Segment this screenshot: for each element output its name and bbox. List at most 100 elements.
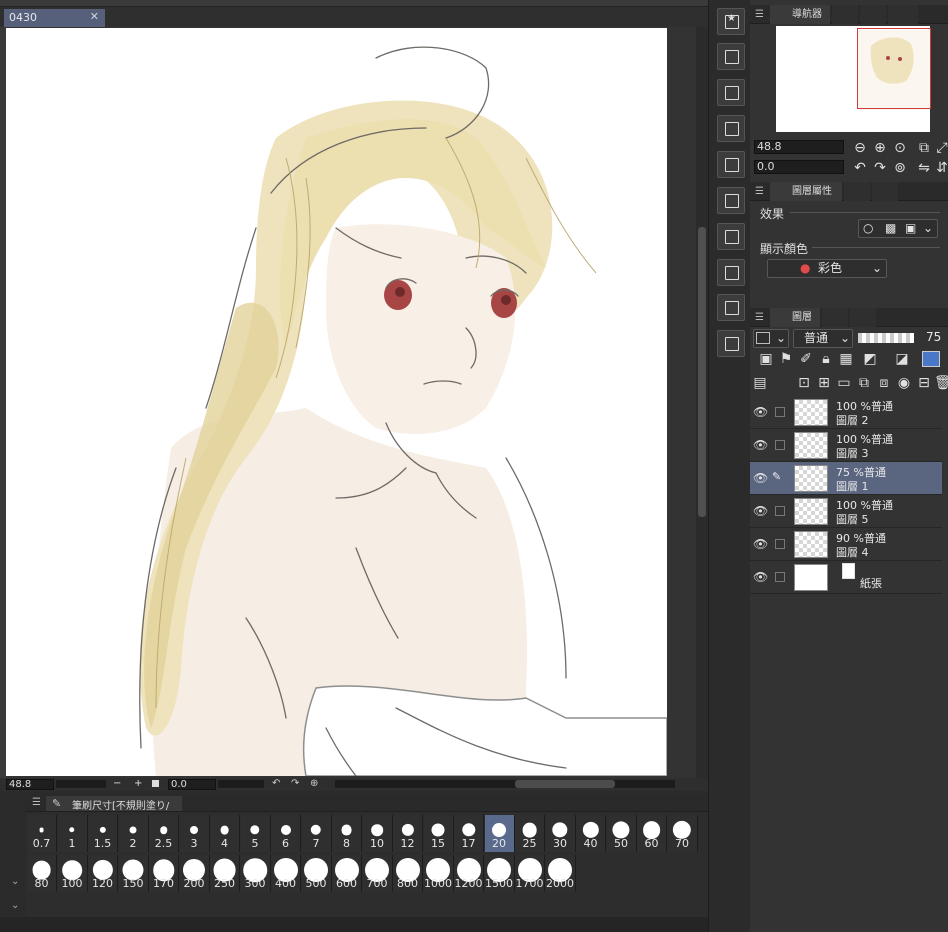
- brush-size-option[interactable]: 800: [393, 855, 423, 892]
- hamburger-icon[interactable]: ☰: [755, 9, 764, 20]
- brush-size-option[interactable]: 200: [179, 855, 210, 892]
- drawing-canvas[interactable]: [6, 28, 667, 776]
- brush-size-option[interactable]: 20: [484, 815, 515, 852]
- scroll-thumb[interactable]: [698, 227, 706, 517]
- brush-size-option[interactable]: 600: [332, 855, 362, 892]
- new-vector-layer-icon[interactable]: ⊞: [816, 375, 832, 391]
- expand-icon[interactable]: ⌄: [11, 900, 19, 911]
- rotate-left-icon[interactable]: ↶: [852, 160, 868, 176]
- navigator-zoom-field[interactable]: 48.8: [754, 140, 844, 154]
- material-button[interactable]: [717, 79, 745, 106]
- stop-icon[interactable]: ⊙: [892, 140, 908, 156]
- mask-icon[interactable]: ◩: [862, 351, 878, 367]
- brush-size-option[interactable]: 8: [332, 815, 362, 852]
- brush-size-option[interactable]: 5: [240, 815, 271, 852]
- brush-size-option[interactable]: 400: [271, 855, 301, 892]
- brush-size-option[interactable]: 50: [606, 815, 637, 852]
- brush-size-option[interactable]: 60: [637, 815, 667, 852]
- ruler-icon[interactable]: ◪: [894, 351, 910, 367]
- hscroll-thumb[interactable]: [515, 780, 615, 788]
- layer-checkbox[interactable]: [775, 506, 785, 516]
- brush-size-option[interactable]: 12: [393, 815, 423, 852]
- opacity-slider[interactable]: [858, 333, 914, 343]
- brush-size-option[interactable]: 2.5: [149, 815, 179, 852]
- brush-size-option[interactable]: 30: [545, 815, 576, 852]
- transfer-down-icon[interactable]: ⧉: [856, 375, 872, 391]
- brush-size-option[interactable]: 2: [118, 815, 149, 852]
- eye-icon[interactable]: 👁︎: [753, 570, 768, 584]
- brush-size-option[interactable]: 4: [210, 815, 240, 852]
- rotate-right-icon[interactable]: ↷: [872, 160, 888, 176]
- brush-size-option[interactable]: 100: [57, 855, 88, 892]
- rotate-left-icon[interactable]: ↶: [272, 778, 280, 789]
- collapse-icon[interactable]: ⌄: [11, 876, 19, 887]
- hamburger-icon[interactable]: ☰: [755, 186, 764, 197]
- eye-icon[interactable]: 👁︎: [753, 471, 768, 485]
- fit-window-icon[interactable]: ⧉: [916, 140, 932, 156]
- tab-color[interactable]: [860, 5, 886, 24]
- rotation-slider[interactable]: [218, 780, 264, 788]
- blend-mode-select[interactable]: 普通 ⌄: [793, 329, 853, 348]
- tab-navigator[interactable]: 導航器: [770, 5, 830, 24]
- eye-icon[interactable]: 👁︎: [753, 537, 768, 551]
- hamburger-icon[interactable]: ☰: [32, 797, 41, 808]
- layer-color-icon[interactable]: [922, 351, 940, 367]
- brush-size-option[interactable]: 10: [362, 815, 393, 852]
- clip-icon[interactable]: ▣: [758, 351, 774, 367]
- zoom-slider[interactable]: [56, 780, 106, 788]
- document-tab[interactable]: 0430 ✕: [4, 9, 105, 27]
- zoom-out-icon[interactable]: ⊖: [852, 140, 868, 156]
- transform-button[interactable]: [717, 187, 745, 214]
- layer-checkbox[interactable]: [775, 539, 785, 549]
- brush-size-option[interactable]: 0.7: [27, 815, 57, 852]
- opacity-value[interactable]: 75: [926, 330, 941, 344]
- brush-size-option[interactable]: 1700: [515, 855, 545, 892]
- brush-size-option[interactable]: 3: [179, 815, 210, 852]
- brush-size-option[interactable]: 70: [667, 815, 698, 852]
- fullscreen-icon[interactable]: ⤢: [934, 140, 948, 156]
- tab-autoaction[interactable]: [850, 308, 876, 327]
- reset-rotation-icon[interactable]: ⊕: [310, 778, 318, 789]
- zoom-in-icon[interactable]: +: [134, 778, 142, 789]
- layer-type-select[interactable]: ⌄: [753, 329, 789, 348]
- brush-size-option[interactable]: 6: [271, 815, 301, 852]
- tab-history[interactable]: [844, 182, 870, 201]
- flip-vertical-icon[interactable]: ⇵: [934, 160, 948, 176]
- draft-icon[interactable]: ✐: [798, 351, 814, 367]
- brush-size-option[interactable]: 170: [149, 855, 179, 892]
- merge-down-icon[interactable]: ⧈: [876, 375, 892, 391]
- layer-checkbox[interactable]: [775, 572, 785, 582]
- tab-subview[interactable]: [832, 5, 858, 24]
- brush-size-option[interactable]: 17: [454, 815, 484, 852]
- tab-search[interactable]: [872, 182, 898, 201]
- flip-horizontal-icon[interactable]: ⇋: [916, 160, 932, 176]
- brush-size-option[interactable]: 7: [301, 815, 332, 852]
- navigator-view-frame[interactable]: [857, 28, 931, 109]
- lock-icon[interactable]: 🔒︎: [818, 351, 834, 367]
- create-mask-icon[interactable]: ◉: [896, 375, 912, 391]
- export-button[interactable]: [717, 294, 745, 321]
- brush-size-option[interactable]: 1: [57, 815, 88, 852]
- canvas-rotation-field[interactable]: 0.0: [168, 779, 216, 790]
- close-icon[interactable]: ✕: [90, 10, 99, 23]
- delete-layer-icon[interactable]: 🗑︎: [934, 375, 948, 391]
- brush-size-option[interactable]: 700: [362, 855, 393, 892]
- new-folder-icon[interactable]: ▭: [836, 375, 852, 391]
- apply-mask-icon[interactable]: ⊟: [916, 375, 932, 391]
- layer-row[interactable]: 👁︎ 100 %普通 圖層 3: [750, 429, 942, 462]
- canvas-horizontal-scrollbar[interactable]: [335, 780, 675, 788]
- brush-size-option[interactable]: 500: [301, 855, 332, 892]
- brush-size-tab[interactable]: ✎ 筆刷尺寸[不規則塗り/潤]: [46, 796, 182, 827]
- hamburger-icon[interactable]: ☰: [755, 312, 764, 323]
- layer-checkbox[interactable]: [775, 407, 785, 417]
- canvas-zoom-field[interactable]: 48.8: [6, 779, 54, 790]
- brush-size-option[interactable]: 80: [27, 855, 57, 892]
- layer-checkbox[interactable]: [775, 440, 785, 450]
- brush-size-option[interactable]: 1000: [423, 855, 454, 892]
- eye-icon[interactable]: 👁︎: [753, 438, 768, 452]
- zoom-out-icon[interactable]: −: [113, 778, 121, 789]
- layer-row[interactable]: 👁︎ 100 %普通 圖層 2: [750, 396, 942, 429]
- brush-size-option[interactable]: 25: [515, 815, 545, 852]
- layer-row[interactable]: 👁︎ 90 %普通 圖層 4: [750, 528, 942, 561]
- brush-size-option[interactable]: 1.5: [88, 815, 118, 852]
